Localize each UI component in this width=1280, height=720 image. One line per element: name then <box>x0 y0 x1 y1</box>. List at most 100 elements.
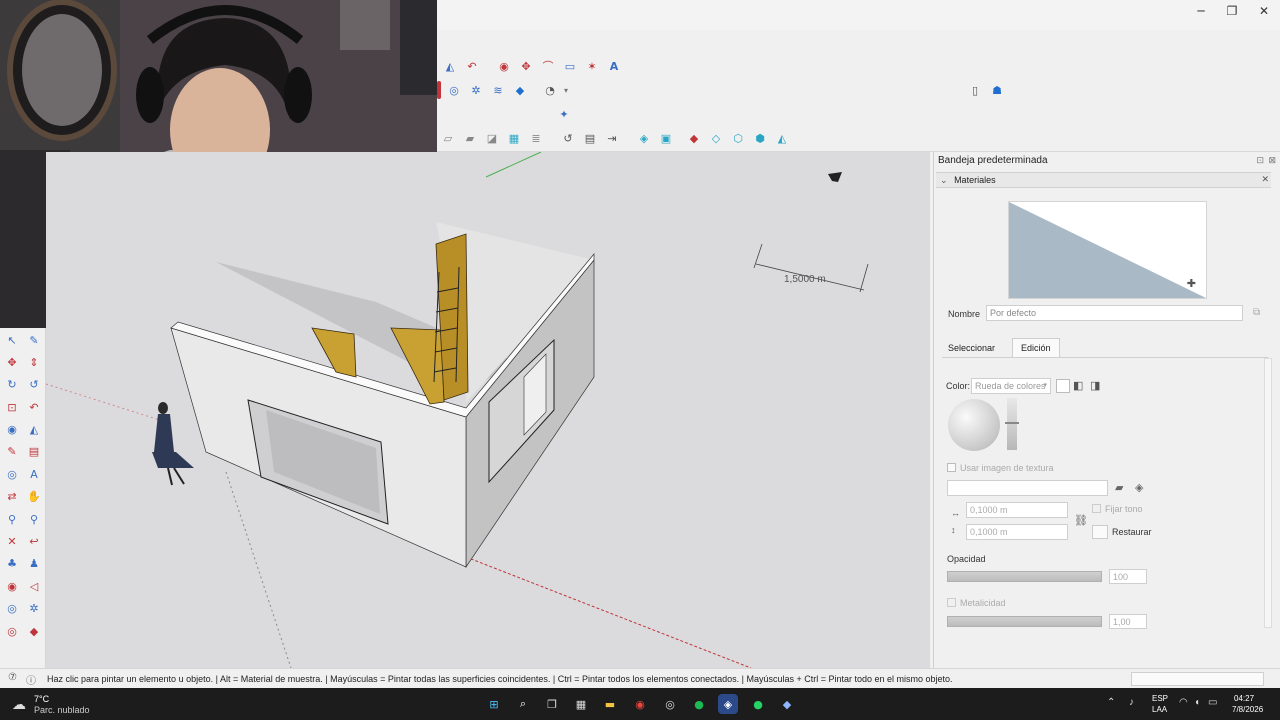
texture-width-field[interactable]: 0,1000 m <box>966 502 1068 518</box>
store-icon[interactable]: ▦ <box>571 694 591 714</box>
color-swatch[interactable] <box>1056 379 1070 393</box>
tape-icon[interactable]: ◉ <box>495 57 513 75</box>
text-icon[interactable]: ▭ <box>561 57 579 75</box>
zoom-icon[interactable]: ⚲ <box>3 510 21 528</box>
previous-view-icon[interactable]: ↩ <box>25 533 43 551</box>
solid-subtract-icon[interactable]: ▣ <box>657 129 675 147</box>
pin-icon[interactable]: ⊡ <box>1256 155 1264 166</box>
explorer-icon[interactable]: ▬ <box>600 694 620 714</box>
fix-tone-checkbox[interactable] <box>1092 504 1101 513</box>
opacity-field[interactable]: 100 <box>1109 569 1147 584</box>
user-icon[interactable]: ◔ <box>541 81 559 99</box>
warehouse-icon[interactable]: ◎ <box>3 600 21 618</box>
zoom-icon[interactable]: ≋ <box>489 81 507 99</box>
look-around-icon[interactable]: ◉ <box>3 577 21 595</box>
add-detail-icon[interactable]: ▦ <box>505 129 523 147</box>
minimize-button[interactable]: ─ <box>1191 4 1211 20</box>
rotate-icon[interactable]: ↻ <box>3 376 21 394</box>
slider-thumb[interactable] <box>1005 422 1019 424</box>
arc-icon[interactable]: ↶ <box>463 57 481 75</box>
section-plane-icon[interactable]: ⇄ <box>3 488 21 506</box>
color-wheel[interactable] <box>948 399 1000 451</box>
maximize-button[interactable]: ❐ <box>1222 4 1242 20</box>
flip-icon[interactable]: ≣ <box>527 129 545 147</box>
brightness-slider[interactable] <box>1005 398 1019 450</box>
pan-icon[interactable]: ✲ <box>467 81 485 99</box>
sparkle-icon[interactable]: ✦ <box>555 105 573 123</box>
link-icon[interactable]: ⛓ <box>1074 514 1088 527</box>
scale-icon[interactable]: ⊡ <box>3 398 21 416</box>
solid-union-icon[interactable]: ◈ <box>635 129 653 147</box>
clock-date[interactable]: 7/8/2026 <box>1232 705 1263 714</box>
texture-height-field[interactable]: 0,1000 m <box>966 524 1068 540</box>
intersect-icon[interactable]: ⬢ <box>751 129 769 147</box>
position-camera-icon[interactable]: ♣ <box>3 555 21 573</box>
document-icon[interactable]: ▯ <box>966 81 984 99</box>
axes-icon[interactable]: ✶ <box>583 57 601 75</box>
texture-checkbox[interactable] <box>947 463 956 472</box>
stamp-icon[interactable]: ▰ <box>461 129 479 147</box>
solid-tools-icon[interactable]: ◭ <box>773 129 791 147</box>
styles-icon[interactable]: ◆ <box>25 622 43 640</box>
section-display-icon[interactable]: ◁ <box>25 577 43 595</box>
walk-icon[interactable]: ♟ <box>25 555 43 573</box>
color-mode-select[interactable]: Rueda de colores ▾ <box>971 378 1051 394</box>
battery-icon[interactable]: ▭ <box>1208 697 1217 708</box>
profile-icon[interactable]: ☗ <box>988 81 1006 99</box>
create-material-icon[interactable]: ✚ <box>1187 277 1196 290</box>
axes-icon[interactable]: A <box>25 465 43 483</box>
restore-button[interactable] <box>1092 525 1108 539</box>
close-panel-icon[interactable]: ✕ <box>1261 174 1269 185</box>
extension-icon[interactable]: ▤ <box>581 129 599 147</box>
push-pull-icon[interactable]: ⇕ <box>25 353 43 371</box>
select-icon[interactable]: ↖ <box>3 331 21 349</box>
info-icon[interactable]: ⓘ <box>26 672 36 687</box>
3d-text-icon[interactable]: A <box>605 57 623 75</box>
3d-viewport[interactable]: 1,5000 m <box>46 152 930 668</box>
solid-split-icon[interactable]: ◇ <box>707 129 725 147</box>
protractor-icon[interactable]: ◭ <box>25 421 43 439</box>
tray-scrollbar[interactable] <box>1264 358 1272 628</box>
close-icon[interactable]: ⊠ <box>1268 155 1276 166</box>
layout-icon[interactable]: ◆ <box>777 694 797 714</box>
close-button[interactable]: ✕ <box>1254 4 1274 20</box>
offset-icon[interactable]: ↶ <box>25 398 43 416</box>
components-icon[interactable]: ✲ <box>25 600 43 618</box>
language-code[interactable]: ESP <box>1152 694 1168 703</box>
start-icon[interactable]: ⊞ <box>484 694 504 714</box>
metal-field[interactable]: 1,00 <box>1109 614 1147 629</box>
material-name-field[interactable]: Por defecto <box>986 305 1243 321</box>
microphone-icon[interactable]: ♪ <box>1129 697 1134 708</box>
pie-icon[interactable]: ⌒ <box>539 57 557 75</box>
wifi-icon[interactable]: ◠ <box>1179 697 1188 708</box>
match-model-icon[interactable]: ◨ <box>1090 379 1100 392</box>
warehouse-icon[interactable]: ↺ <box>559 129 577 147</box>
duplicate-icon[interactable]: ⧉ <box>1253 307 1260 318</box>
model-canvas[interactable]: 1,5000 m <box>46 152 930 668</box>
materials-panel-header[interactable]: ⌄ Materiales ✕ <box>936 172 1271 188</box>
outer-shell-icon[interactable]: ⬡ <box>729 129 747 147</box>
text-icon[interactable]: ▤ <box>25 443 43 461</box>
tape-measure-icon[interactable]: ◉ <box>3 421 21 439</box>
texture-path-field[interactable] <box>947 480 1108 496</box>
dimension-icon[interactable]: ✥ <box>517 57 535 75</box>
language-layout[interactable]: LAA <box>1152 705 1167 714</box>
drape-icon[interactable]: ◪ <box>483 129 501 147</box>
folder-icon[interactable]: ▰ <box>1115 481 1123 494</box>
tab-edit[interactable]: Edición <box>1012 338 1060 357</box>
zoom-extents-icon[interactable]: ✕ <box>3 533 21 551</box>
chevron-down-icon[interactable]: ▾ <box>563 81 569 99</box>
sandbox-icon[interactable]: ▱ <box>439 129 457 147</box>
chrome-icon[interactable]: ◉ <box>630 694 650 714</box>
opacity-slider[interactable] <box>947 571 1102 582</box>
volume-icon[interactable]: ◖ <box>1194 697 1200 708</box>
protractor-icon[interactable]: ◭ <box>441 57 459 75</box>
paint-icon[interactable]: ◆ <box>511 81 529 99</box>
orbit-icon[interactable]: ◎ <box>445 81 463 99</box>
metal-slider[interactable] <box>947 616 1102 627</box>
measurements-box[interactable] <box>1131 672 1264 686</box>
obs-icon[interactable]: ◎ <box>660 694 680 714</box>
task-view-icon[interactable]: ❐ <box>542 694 562 714</box>
chevron-up-icon[interactable]: ⌃ <box>1107 697 1115 708</box>
tab-select[interactable]: Seleccionar <box>942 340 1001 356</box>
